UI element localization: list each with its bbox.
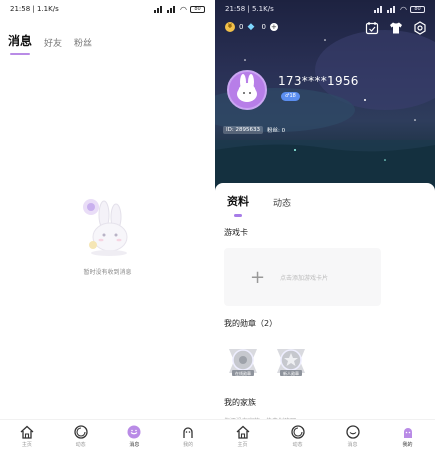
status-time: 21:58 | 1.1K/s [10,5,59,13]
tab-profile[interactable]: 资料 [227,193,249,217]
tab-fans[interactable]: 粉丝 [74,36,92,49]
message-tabs: 消息 好友 粉丝 [8,32,92,55]
battery-icon: 80 [190,5,205,13]
bunny-illustration-icon [82,199,127,256]
bottom-nav: 主页 动态 消息 我的 [215,419,435,451]
moment-icon [290,424,305,439]
family-title: 我的家族 [224,398,256,407]
status-time: 21:58 | 5.1K/s [225,5,274,13]
empty-illustration [0,195,215,261]
nav-moments[interactable]: 动态 [54,420,108,451]
tab-moments[interactable]: 动态 [273,196,291,209]
wifi-icon: ◠ [400,4,407,14]
tab-friends[interactable]: 好友 [44,36,62,49]
fans-count[interactable]: 粉丝: 0 [267,126,285,134]
signal-icon [387,5,397,13]
nav-profile[interactable]: 我的 [161,420,215,451]
profile-screen: 21:58 | 5.1K/s ◠ 80 ¥ 0 ◆ 0 + 173****195… [215,0,435,451]
signal-icon [374,5,384,13]
coin-count: 0 [239,23,244,31]
status-bar: 21:58 | 5.1K/s ◠ 80 [215,0,435,18]
avatar[interactable] [227,70,267,110]
nav-home[interactable]: 主页 [215,420,270,451]
medal-icon: 新人勋章 [277,349,305,376]
nav-moments[interactable]: 动态 [270,420,325,451]
nav-messages[interactable]: 消息 [325,420,380,451]
signal-icon [167,5,177,13]
settings-icon[interactable] [413,20,427,35]
user-nickname: 173****1956 [278,74,359,88]
gender-age-badge: ♂18 [281,92,300,101]
wallet[interactable]: ¥ 0 ◆ 0 + [225,22,278,32]
user-id[interactable]: ID: 2895633 [223,126,263,134]
tab-messages[interactable]: 消息 [8,32,32,55]
bottom-nav: 主页 动态 消息 我的 [0,419,215,451]
nav-home[interactable]: 主页 [0,420,54,451]
game-card-title: 游戏卡 [224,228,248,237]
profile-icon [183,426,193,438]
plus-icon: + [250,266,266,288]
profile-content: 资料 动态 游戏卡 + 点击添加游戏卡片 我的勋章（2） 在线勋章 新人勋章 我… [215,183,435,425]
svg-text:新人勋章: 新人勋章 [283,370,299,376]
recharge-button[interactable]: + [269,23,278,31]
profile-tabs: 资料 动态 [227,193,291,217]
home-icon [236,425,249,439]
medal-icon: 在线勋章 [229,349,257,376]
nav-messages[interactable]: 消息 [108,420,162,451]
moment-icon [73,424,88,439]
diamond-icon: ◆ [247,22,255,32]
outfit-icon[interactable] [389,20,403,34]
empty-message-text: 暂时没有收到消息 [83,269,132,276]
medals-title: 我的勋章（2） [224,319,278,328]
home-icon [20,425,34,439]
profile-icon [403,427,412,438]
add-game-card-button[interactable]: + 点击添加游戏卡片 [224,248,381,306]
battery-icon: 80 [410,5,425,13]
message-icon [127,425,141,438]
medal-online[interactable]: 在线勋章 [224,343,262,385]
svg-text:在线勋章: 在线勋章 [235,370,251,376]
add-game-card-hint: 点击添加游戏卡片 [280,274,329,282]
medal-newbie[interactable]: 新人勋章 [272,343,310,385]
bunny-avatar-icon [237,74,257,102]
signal-icon [154,5,164,13]
profile-header-background: 21:58 | 5.1K/s ◠ 80 ¥ 0 ◆ 0 + 173****195… [215,0,435,195]
nav-profile[interactable]: 我的 [380,420,435,451]
messages-screen: 21:58 | 1.1K/s ◠ 80 消息 好友 粉丝 暂时没有收到消息 主页… [0,0,215,451]
gem-count: 0 [261,23,266,31]
wifi-icon: ◠ [180,4,187,14]
message-icon [345,424,360,439]
coin-icon: ¥ [225,22,235,32]
checkin-icon[interactable] [365,20,379,35]
medal-list: 在线勋章 新人勋章 [224,343,310,385]
status-bar: 21:58 | 1.1K/s ◠ 80 [0,0,215,18]
